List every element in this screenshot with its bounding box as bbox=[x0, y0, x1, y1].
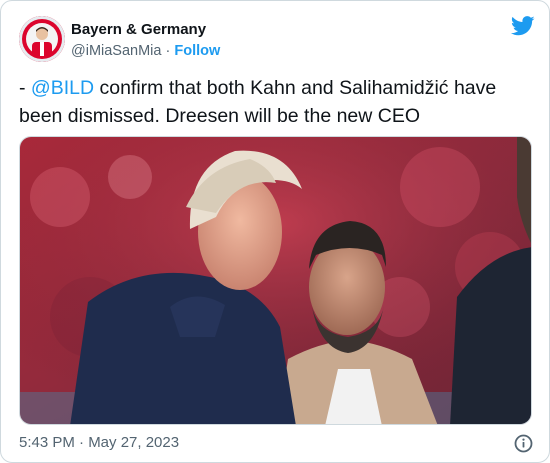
tweet-text: - @BILD confirm that both Kahn and Salih… bbox=[19, 74, 531, 130]
author-block: Bayern & Germany @iMiaSanMia · Follow bbox=[71, 20, 220, 61]
info-icon[interactable] bbox=[514, 434, 533, 453]
tweet-header: Bayern & Germany @iMiaSanMia · Follow bbox=[19, 16, 535, 64]
display-name[interactable]: Bayern & Germany bbox=[71, 20, 220, 39]
separator-dot: · bbox=[165, 43, 171, 59]
avatar[interactable] bbox=[19, 16, 65, 62]
mention-link[interactable]: @BILD bbox=[31, 77, 94, 99]
user-handle[interactable]: @iMiaSanMia bbox=[71, 43, 161, 59]
tweet-timestamp[interactable]: 5:43 PM · May 27, 2023 bbox=[19, 433, 179, 453]
tweet-text-prefix: - bbox=[19, 77, 31, 99]
tweet-card: Bayern & Germany @iMiaSanMia · Follow - … bbox=[0, 0, 550, 463]
follow-button[interactable]: Follow bbox=[174, 43, 220, 59]
twitter-bird-icon[interactable] bbox=[510, 16, 535, 36]
tweet-photo[interactable] bbox=[19, 136, 532, 425]
handle-line: @iMiaSanMia · Follow bbox=[71, 41, 220, 61]
